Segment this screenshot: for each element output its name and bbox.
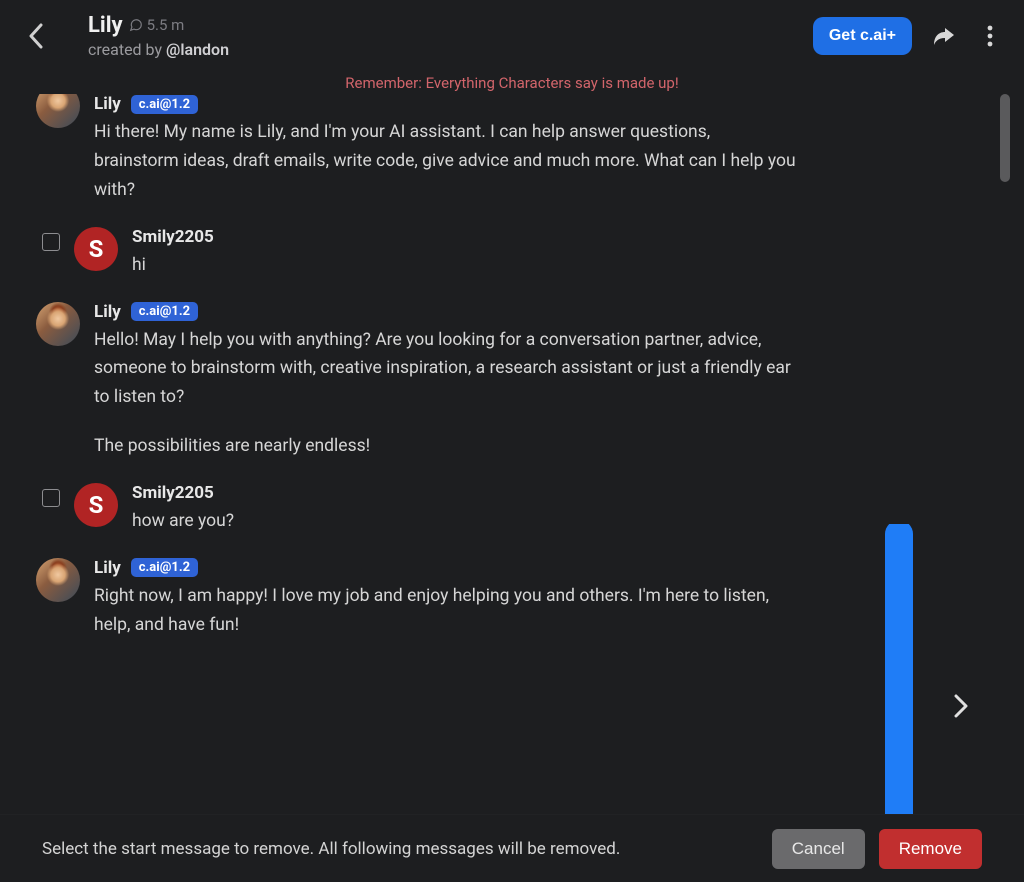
avatar[interactable]	[36, 94, 80, 128]
message-row: Lily c.ai@1.2 Hello! May I help you with…	[36, 302, 796, 462]
model-badge: c.ai@1.2	[131, 302, 198, 321]
footer-prompt: Select the start message to remove. All …	[42, 839, 620, 859]
remove-footer: Select the start message to remove. All …	[0, 814, 1024, 882]
more-vertical-icon	[987, 25, 993, 47]
select-checkbox[interactable]	[42, 489, 60, 507]
select-checkbox[interactable]	[42, 233, 60, 251]
subscriber-count: 5.5 m	[129, 16, 185, 34]
sender-name: Smily2205	[132, 483, 214, 503]
created-by-prefix: created by	[88, 40, 166, 59]
message-text: hi	[132, 251, 802, 280]
share-button[interactable]	[930, 22, 958, 50]
sender-name: Lily	[94, 94, 121, 114]
message-row: Lily c.ai@1.2 Right now, I am happy! I l…	[36, 558, 796, 640]
next-variation-button[interactable]	[954, 694, 968, 721]
back-button[interactable]	[20, 20, 52, 52]
subscriber-count-value: 5.5 m	[147, 16, 185, 34]
get-plus-button[interactable]: Get c.ai+	[813, 17, 912, 55]
model-badge: c.ai@1.2	[131, 95, 198, 114]
avatar[interactable]	[36, 558, 80, 602]
creator-row: created by @landon	[88, 40, 229, 59]
character-name: Lily	[88, 13, 123, 38]
message-row: S Smily2205 hi	[42, 227, 802, 280]
message-text: Right now, I am happy! I love my job and…	[94, 582, 796, 640]
share-icon	[932, 25, 956, 47]
disclaimer-text: Remember: Everything Characters say is m…	[0, 72, 1024, 94]
chat-header: Lily 5.5 m created by @landon Get c.ai+	[0, 0, 1024, 72]
remove-button[interactable]: Remove	[879, 829, 982, 869]
chevron-right-icon	[954, 694, 968, 718]
sender-name: Lily	[94, 558, 121, 578]
more-menu-button[interactable]	[976, 22, 1004, 50]
scrollbar-thumb[interactable]	[1000, 94, 1010, 182]
sender-name: Smily2205	[132, 227, 214, 247]
message-text: how are you?	[132, 507, 802, 536]
chevron-left-icon	[28, 23, 44, 49]
message-row: S Smily2205 how are you?	[42, 483, 802, 536]
message-row: Lily c.ai@1.2 Hi there! My name is Lily,…	[36, 94, 796, 205]
creator-handle[interactable]: @landon	[166, 40, 229, 59]
avatar[interactable]: S	[74, 227, 118, 271]
model-badge: c.ai@1.2	[131, 558, 198, 577]
avatar[interactable]	[36, 302, 80, 346]
avatar[interactable]: S	[74, 483, 118, 527]
title-wrap: Lily 5.5 m created by @landon	[88, 13, 229, 59]
message-text: Hi there! My name is Lily, and I'm your …	[94, 118, 796, 205]
chat-scroll-area[interactable]: Lily c.ai@1.2 Hi there! My name is Lily,…	[0, 94, 1024, 814]
chat-bubble-icon	[129, 18, 143, 32]
message-text: Hello! May I help you with anything? Are…	[94, 326, 796, 462]
cancel-button[interactable]: Cancel	[772, 829, 865, 869]
sender-name: Lily	[94, 302, 121, 322]
